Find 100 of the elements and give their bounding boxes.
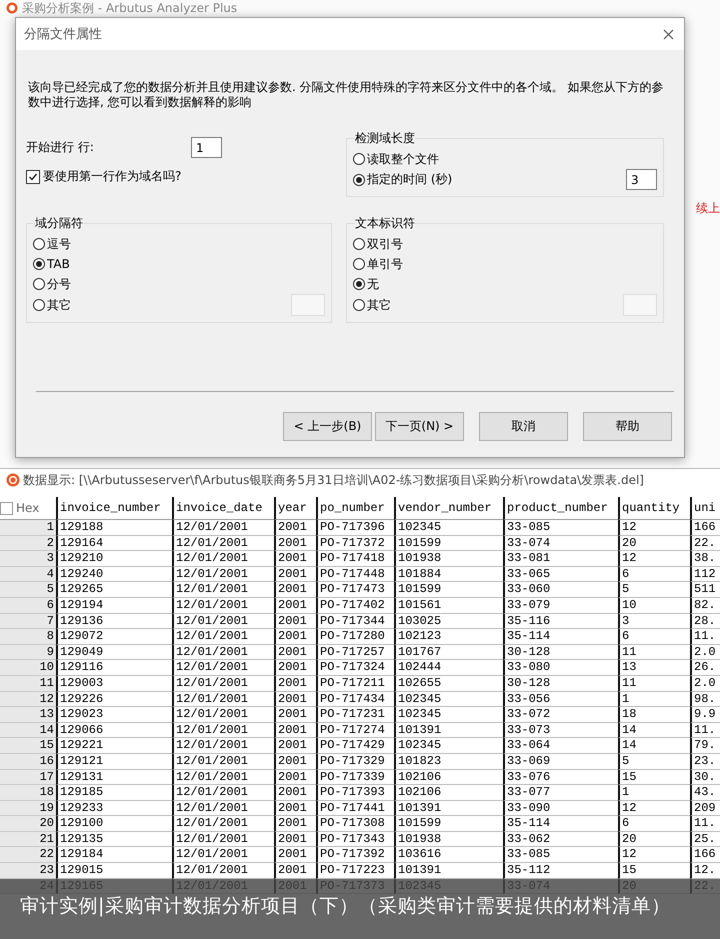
table-cell: PO-717396 [316, 520, 394, 536]
table-cell: PO-717343 [316, 832, 394, 848]
radio-button[interactable] [353, 299, 365, 311]
hex-label: Hex [16, 501, 40, 515]
column-header[interactable]: vendor_number [394, 497, 503, 520]
table-cell: 2001 [274, 644, 316, 660]
table-cell: 101767 [394, 644, 503, 660]
table-cell: 33-064 [503, 738, 618, 754]
table-cell: 102345 [394, 738, 503, 754]
radio-label: 无 [367, 276, 379, 292]
checkmark-icon [28, 172, 38, 182]
row-number: 2 [0, 536, 56, 552]
table-cell: 129221 [56, 738, 172, 754]
table-cell: 14 [618, 738, 690, 754]
table-cell: 129185 [56, 785, 172, 801]
table-cell: 129265 [56, 582, 172, 598]
table-cell: 2001 [274, 832, 316, 848]
table-cell: 102123 [394, 629, 503, 645]
table-cell: 129100 [56, 816, 172, 832]
checkbox-label: 要使用第一行作为域名吗? [43, 168, 182, 185]
radio-button[interactable] [353, 258, 365, 270]
table-cell: PO-717448 [316, 566, 394, 582]
hex-checkbox[interactable] [0, 502, 13, 514]
table-cell: PO-717434 [316, 692, 394, 708]
column-header[interactable]: invoice_date [172, 497, 274, 520]
column-header[interactable]: uni [690, 497, 720, 520]
table-cell: 33-065 [503, 566, 618, 582]
next-button[interactable]: 下一页(N) > [375, 412, 464, 441]
table-cell: 2001 [274, 582, 316, 598]
radio-label: 读取整个文件 [367, 150, 439, 168]
note-text: 续上 [696, 200, 720, 217]
table-cell: 129121 [56, 754, 172, 770]
table-cell: 38. [690, 551, 720, 567]
radio-label: TAB [47, 257, 70, 271]
radio-button[interactable] [33, 299, 45, 311]
other-char-field[interactable] [623, 294, 657, 316]
table-cell: 129240 [56, 566, 172, 582]
row-number: 19 [0, 800, 56, 816]
table-cell: 35-114 [503, 629, 618, 645]
cancel-button[interactable]: 取消 [479, 412, 568, 441]
close-icon[interactable] [663, 28, 674, 40]
row-number: 8 [0, 629, 56, 645]
radio-button[interactable] [33, 258, 45, 270]
table-cell: 2001 [274, 785, 316, 801]
table-cell: 12/01/2001 [172, 692, 274, 708]
column-header[interactable]: invoice_number [56, 497, 172, 520]
row-number: 21 [0, 832, 56, 848]
radio-button[interactable] [353, 238, 365, 250]
table-cell: 12/01/2001 [172, 582, 274, 598]
radio-button[interactable] [33, 238, 45, 250]
table-cell: 12 [618, 520, 690, 536]
table-cell: 2001 [274, 566, 316, 582]
table-cell: 12/01/2001 [172, 707, 274, 723]
table-cell: 129164 [56, 536, 172, 552]
table-cell: 11. [690, 629, 720, 645]
table-cell: 22. [690, 536, 720, 552]
table-cell: 12/01/2001 [172, 536, 274, 552]
column-header[interactable]: po_number [316, 497, 394, 520]
table-cell: 9.9 [690, 707, 720, 723]
table-cell: 12/01/2001 [172, 816, 274, 832]
table-cell: 33-069 [503, 754, 618, 770]
table-cell: 33-090 [503, 800, 618, 816]
table-cell: PO-717418 [316, 551, 394, 567]
table-cell: PO-717211 [316, 676, 394, 692]
seconds-field[interactable]: 3 [626, 169, 657, 190]
column-header[interactable]: quantity [618, 497, 690, 520]
table-cell: 33-080 [503, 660, 618, 676]
radio-label: 其它 [47, 296, 71, 314]
table-cell: 101599 [394, 582, 503, 598]
radio-button[interactable] [353, 174, 365, 186]
radio-button[interactable] [353, 278, 365, 290]
table-cell: 129136 [56, 614, 172, 630]
table-cell: 12/01/2001 [172, 785, 274, 801]
column-header[interactable]: product_number [503, 497, 618, 520]
table-cell: 129066 [56, 722, 172, 738]
table-cell: 11. [690, 722, 720, 738]
table-cell: PO-717308 [316, 816, 394, 832]
table-cell: 12/01/2001 [172, 847, 274, 864]
table-cell: 12/01/2001 [172, 551, 274, 567]
table-cell: 102345 [394, 692, 503, 708]
table-cell: PO-717324 [316, 660, 394, 676]
row-number: 3 [0, 551, 56, 567]
table-cell: 12/01/2001 [172, 644, 274, 660]
table-cell: 2001 [274, 676, 316, 692]
checkbox[interactable] [26, 170, 40, 184]
other-char-field[interactable] [291, 294, 325, 316]
table-cell: 11 [618, 644, 690, 660]
radio-button[interactable] [353, 153, 365, 165]
table-cell: 33-077 [503, 785, 618, 801]
table-cell: 15 [618, 770, 690, 786]
start-line-field[interactable]: 1 [191, 137, 222, 158]
radio-button[interactable] [33, 278, 45, 290]
table-cell: 2001 [274, 722, 316, 738]
help-button[interactable]: 帮助 [583, 412, 672, 441]
table-cell: 12/01/2001 [172, 832, 274, 848]
table-cell: 103616 [394, 847, 503, 864]
row-number: 6 [0, 598, 56, 614]
table-cell: 26. [690, 660, 720, 676]
back-button[interactable]: < 上一步(B) [283, 412, 372, 441]
column-header[interactable]: year [274, 497, 316, 520]
